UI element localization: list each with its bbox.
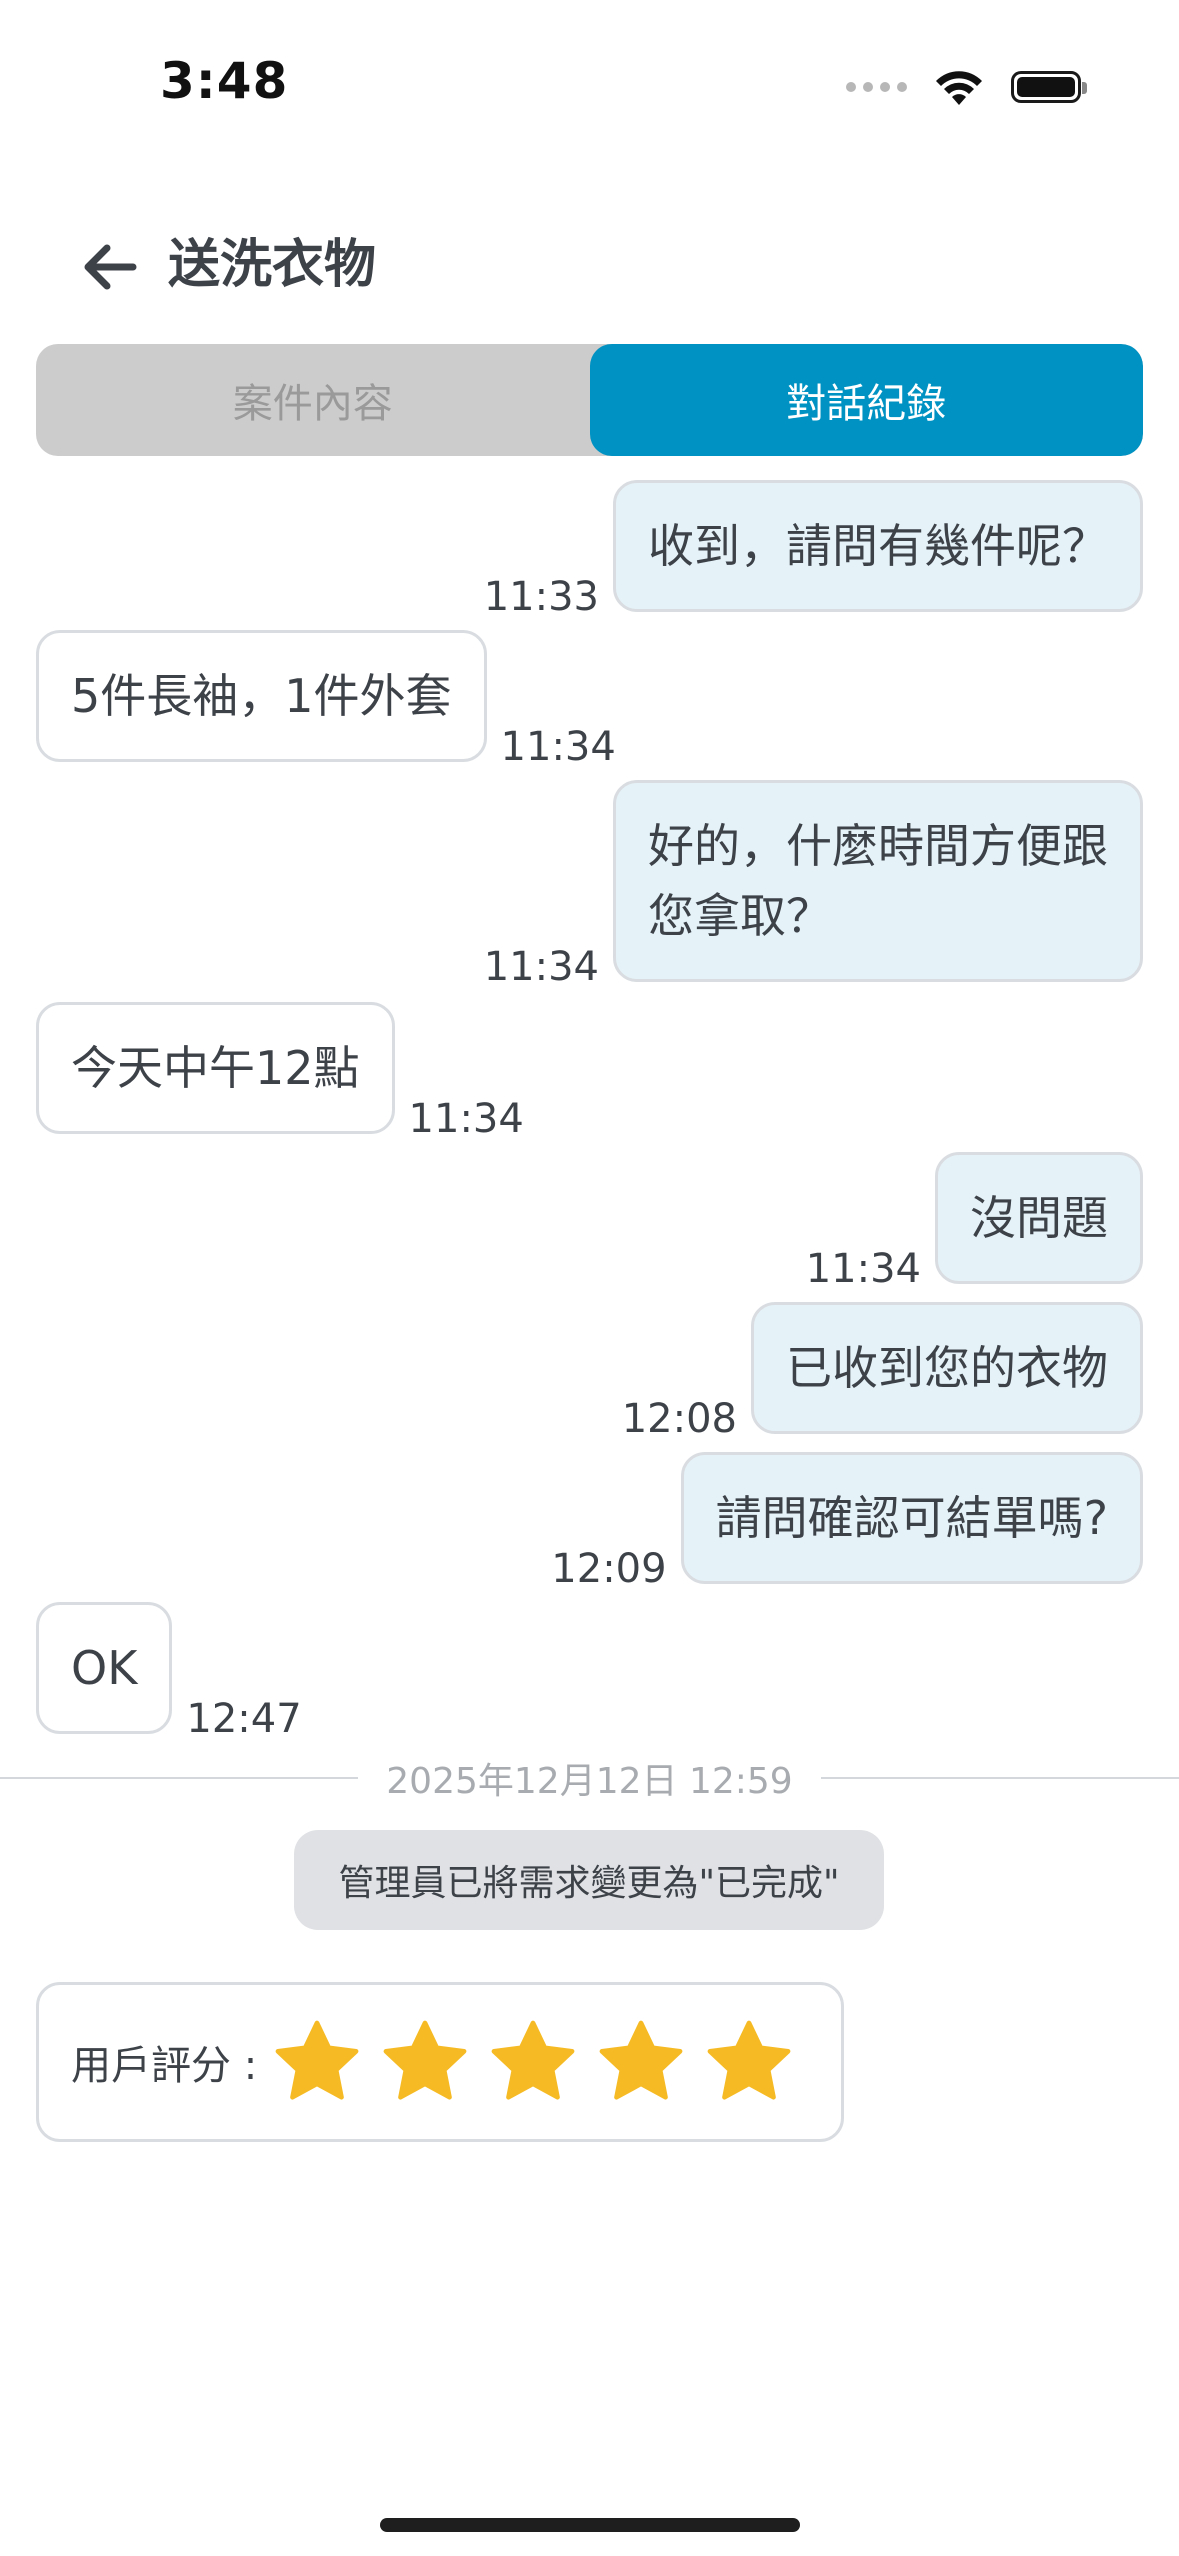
user-rating-card: 用戶評分 : (36, 1982, 844, 2142)
message-time: 11:34 (408, 1096, 524, 1142)
message-bubble: 沒問題 (935, 1152, 1143, 1284)
page-title: 送洗衣物 (168, 235, 377, 295)
rating-stars (271, 2016, 795, 2108)
divider-line (0, 1777, 359, 1779)
message-row: 收到，請問有幾件呢？ 11:33 (470, 480, 1143, 620)
back-button[interactable] (74, 232, 144, 302)
star-icon (383, 2020, 467, 2100)
message-time: 12:09 (551, 1546, 667, 1592)
message-bubble: OK (36, 1602, 173, 1734)
segmented-tabs: 案件內容 對話紀錄 (36, 344, 1143, 456)
status-icons (846, 62, 1087, 112)
star-icon (491, 2020, 575, 2100)
divider-timestamp: 2025年12月12日 12:59 (386, 1761, 793, 1802)
arrow-left-icon (84, 244, 137, 290)
star-icon (275, 2020, 359, 2100)
system-status-note: 管理員已將需求變更為"已完成" (294, 1830, 884, 1930)
status-time: 3:48 (160, 52, 289, 110)
star-icon (599, 2020, 683, 2100)
message-bubble: 收到，請問有幾件呢？ (613, 480, 1143, 612)
message-row: 5件長袖，1件外套 11:34 (36, 630, 630, 770)
signal-icon (846, 82, 907, 92)
message-bubble: 好的，什麼時間方便跟 您拿取？ (613, 780, 1143, 982)
message-time: 11:34 (805, 1246, 921, 1292)
message-time: 11:33 (483, 574, 599, 620)
star-icon (707, 2020, 791, 2100)
battery-icon (1011, 71, 1087, 103)
message-bubble: 已收到您的衣物 (751, 1302, 1143, 1434)
message-row: 好的，什麼時間方便跟 您拿取？ 11:34 (470, 780, 1143, 990)
message-bubble: 今天中午12點 (36, 1002, 395, 1134)
home-indicator[interactable] (380, 2518, 800, 2532)
message-row: 已收到您的衣物 12:08 (608, 1302, 1143, 1442)
tab-chat-history[interactable]: 對話紀錄 (589, 344, 1143, 456)
message-row: 請問確認可結單嗎? 12:09 (537, 1452, 1143, 1592)
message-row: OK 12:47 (36, 1602, 316, 1742)
divider-line (820, 1777, 1179, 1779)
message-time: 11:34 (483, 944, 599, 990)
date-divider: 2025年12月12日 12:59 (0, 1754, 1179, 1802)
message-time: 12:08 (621, 1396, 737, 1442)
wifi-icon (936, 71, 982, 105)
message-row: 今天中午12點 11:34 (36, 1002, 538, 1142)
message-row: 沒問題 11:34 (792, 1152, 1143, 1292)
message-time: 12:47 (186, 1696, 302, 1742)
message-bubble: 請問確認可結單嗎? (680, 1452, 1143, 1584)
message-time: 11:34 (500, 724, 616, 770)
tab-case-details[interactable]: 案件內容 (36, 344, 590, 456)
rating-label: 用戶評分 : (71, 2043, 258, 2089)
message-bubble: 5件長袖，1件外套 (36, 630, 487, 762)
